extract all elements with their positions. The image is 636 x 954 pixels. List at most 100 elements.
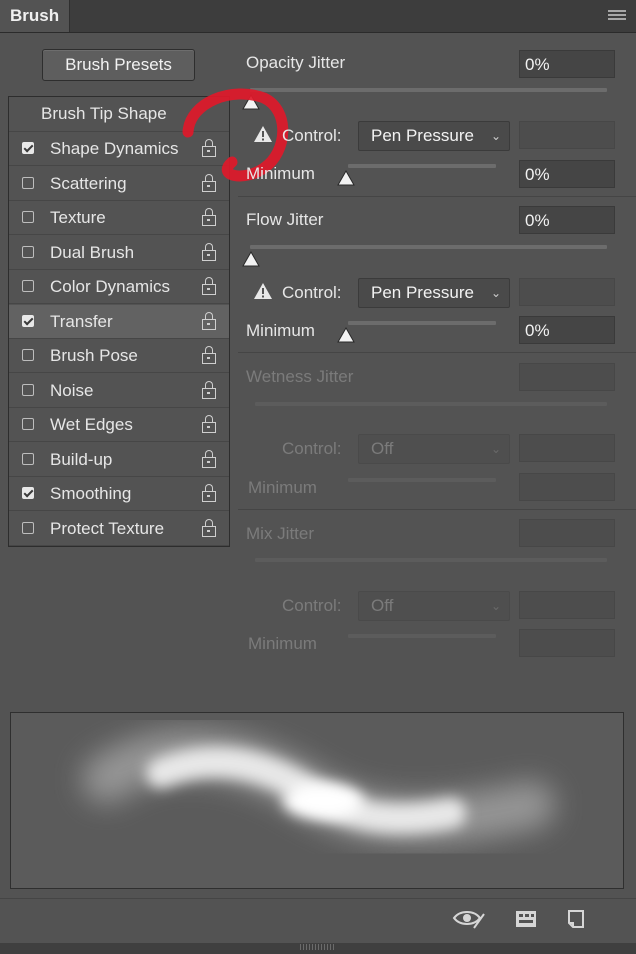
- flow-jitter-field[interactable]: 0%: [519, 206, 615, 234]
- list-item-noise[interactable]: Noise: [9, 374, 229, 408]
- lock-icon[interactable]: [202, 380, 218, 401]
- checkbox[interactable]: [22, 521, 34, 534]
- lock-icon[interactable]: [202, 277, 218, 297]
- checkbox[interactable]: [22, 487, 34, 499]
- panel-menu-icon[interactable]: [608, 10, 626, 22]
- wetness-minimum-label: Minimum: [248, 478, 317, 497]
- list-item-texture[interactable]: Texture: [9, 201, 229, 235]
- list-item-color-dynamics[interactable]: Color Dynamics: [9, 270, 229, 304]
- list-item-dual-brush[interactable]: Dual Brush: [9, 236, 229, 270]
- wetness-jitter-label: Wetness Jitter: [246, 367, 354, 386]
- list-item-brush-pose[interactable]: Brush Pose: [9, 339, 229, 373]
- panel-tab-brush[interactable]: Brush: [0, 0, 70, 32]
- warning-icon: [254, 283, 272, 299]
- list-item-label: Protect Texture: [50, 518, 165, 538]
- wetness-jitter-field: [519, 363, 615, 391]
- mix-minimum-label: Minimum: [248, 634, 317, 653]
- toggle-live-tip-preview-icon[interactable]: [452, 908, 486, 930]
- mix-jitter-label: Mix Jitter: [246, 524, 314, 543]
- lock-icon[interactable]: [202, 518, 218, 539]
- list-item-label: Wet Edges: [50, 415, 133, 434]
- lock-icon[interactable]: [202, 449, 218, 470]
- opacity-jitter-slider[interactable]: [250, 88, 607, 92]
- list-item-wet-edges[interactable]: Wet Edges: [9, 408, 229, 442]
- list-item-label: Color Dynamics: [50, 277, 170, 296]
- chevron-down-icon: ⌄: [490, 599, 501, 613]
- lock-icon[interactable]: [202, 311, 218, 332]
- lock-icon[interactable]: [202, 242, 218, 263]
- wetness-control-label: Control:: [282, 439, 342, 458]
- opacity-control-field: [519, 121, 615, 149]
- wetness-jitter-slider: [255, 402, 607, 406]
- checkbox[interactable]: [22, 383, 34, 396]
- checkbox[interactable]: [22, 349, 34, 361]
- mix-jitter-field: [519, 519, 615, 547]
- flow-control-field: [519, 278, 615, 306]
- opacity-minimum-field[interactable]: 0%: [519, 160, 615, 188]
- wetness-control-field: [519, 434, 615, 462]
- lock-icon[interactable]: [202, 415, 218, 435]
- checkbox[interactable]: [22, 142, 34, 154]
- checkbox[interactable]: [22, 418, 34, 430]
- wetness-minimum-slider: [348, 478, 496, 482]
- warning-icon: [254, 126, 272, 142]
- list-item-label: Brush Pose: [50, 346, 138, 365]
- list-item-build-up[interactable]: Build-up: [9, 443, 229, 477]
- brush-stroke: [82, 729, 555, 845]
- checkbox[interactable]: [22, 211, 34, 223]
- wetness-minimum-field: [519, 473, 615, 501]
- checkbox[interactable]: [22, 452, 34, 465]
- divider: [238, 509, 636, 510]
- brush-presets-button[interactable]: Brush Presets: [42, 49, 195, 81]
- list-item-label: Scattering: [50, 173, 127, 193]
- flow-control-select[interactable]: Pen Pressure ⌄: [358, 278, 510, 308]
- mix-control-field: [519, 591, 615, 619]
- resize-grip-icon[interactable]: [300, 944, 336, 950]
- opacity-minimum-label: Minimum: [246, 164, 315, 183]
- list-item-label: Noise: [50, 380, 94, 400]
- mix-jitter-slider: [255, 558, 607, 562]
- opacity-control-select[interactable]: Pen Pressure ⌄: [358, 121, 510, 151]
- chevron-down-icon: ⌄: [490, 286, 501, 300]
- divider: [238, 196, 636, 197]
- brush-projection-icon[interactable]: [515, 910, 537, 928]
- lock-icon[interactable]: [202, 346, 218, 366]
- flow-control-label: Control:: [282, 283, 342, 302]
- checkbox[interactable]: [22, 314, 34, 327]
- mix-control-value: Off: [371, 596, 394, 615]
- opacity-minimum-slider[interactable]: [348, 164, 496, 168]
- mix-minimum-field: [519, 629, 615, 657]
- list-item-label: Dual Brush: [50, 242, 135, 262]
- lock-icon[interactable]: [202, 484, 218, 504]
- panel-tab-bar: [0, 0, 636, 33]
- list-item-label: Texture: [50, 208, 106, 227]
- flow-jitter-label: Flow Jitter: [246, 210, 324, 229]
- mix-control-label: Control:: [282, 596, 342, 615]
- brush-stroke-preview: [10, 712, 624, 889]
- checkbox[interactable]: [22, 245, 34, 258]
- flow-jitter-slider[interactable]: [250, 245, 607, 249]
- opacity-jitter-field[interactable]: 0%: [519, 50, 615, 78]
- flow-minimum-slider[interactable]: [348, 321, 496, 325]
- chevron-down-icon: ⌄: [490, 129, 501, 143]
- list-item-label: Build-up: [50, 449, 113, 469]
- list-item-label: Transfer: [50, 311, 113, 331]
- checkbox[interactable]: [22, 176, 34, 189]
- checkbox[interactable]: [22, 280, 34, 292]
- list-item-smoothing[interactable]: Smoothing: [9, 477, 229, 511]
- list-item-label: Shape Dynamics: [50, 139, 179, 158]
- mix-minimum-slider: [348, 634, 496, 638]
- create-new-brush-icon[interactable]: [566, 909, 586, 929]
- divider: [238, 352, 636, 353]
- opacity-control-label: Control:: [282, 126, 342, 145]
- flow-minimum-field[interactable]: 0%: [519, 316, 615, 344]
- list-item-transfer[interactable]: Transfer: [9, 304, 229, 339]
- flow-control-value: Pen Pressure: [371, 283, 474, 302]
- mix-control-select: Off ⌄: [358, 591, 510, 621]
- list-item-protect-texture[interactable]: Protect Texture: [9, 512, 229, 546]
- list-item-label: Smoothing: [50, 484, 132, 503]
- lock-icon[interactable]: [202, 208, 218, 228]
- panel-footer: [0, 898, 636, 944]
- flow-minimum-label: Minimum: [246, 321, 315, 340]
- opacity-jitter-label: Opacity Jitter: [246, 53, 346, 72]
